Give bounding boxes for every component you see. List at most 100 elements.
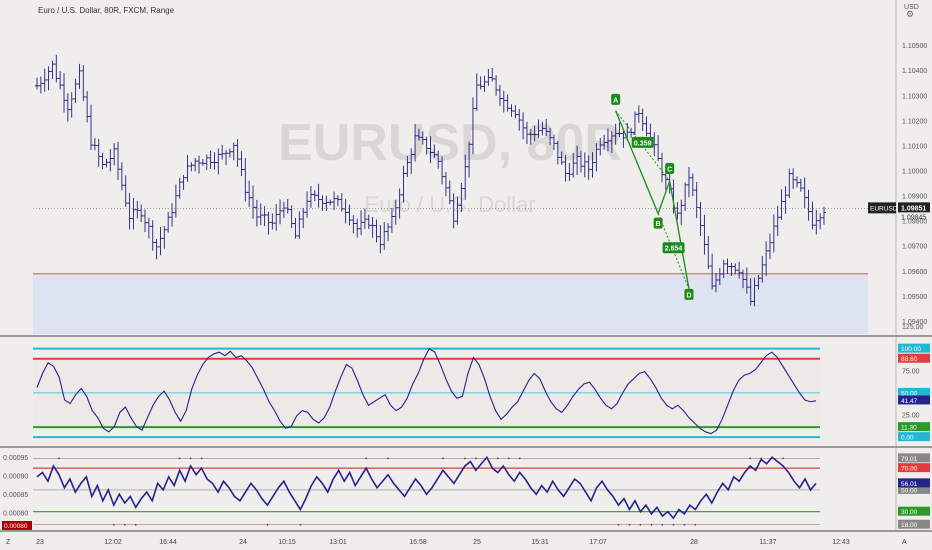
pattern-ratio-ac: 0.359	[631, 136, 654, 148]
ind2-dot-mark	[178, 457, 181, 460]
ohlc-bar	[289, 205, 294, 229]
price-tick-label: 1.09700	[902, 244, 927, 251]
pattern-ratio-ac-text: 0.359	[634, 140, 652, 147]
ohlc-bar	[791, 168, 796, 190]
ind2-dot-mark	[628, 523, 631, 526]
ohlc-bar	[640, 108, 645, 132]
ind2-dot-mark	[266, 523, 269, 526]
ind2-dot-mark	[650, 523, 653, 526]
osc-level-label: 11.30	[901, 425, 917, 432]
osc-tick-label: 125.00	[902, 324, 924, 331]
osc-last-label: 41.47	[901, 398, 918, 405]
ind2-dot-mark	[299, 523, 302, 526]
ohlc-bar	[339, 193, 344, 212]
ind2-red-label: 0.00080	[4, 523, 28, 530]
price-tick-label: 1.09600	[902, 269, 927, 276]
ind2-dot-mark	[639, 523, 642, 526]
ohlc-bar	[312, 190, 317, 202]
ohlc-bar	[100, 152, 105, 170]
time-tick-label: 11:37	[760, 539, 777, 546]
ohlc-bar	[92, 137, 97, 151]
ohlc-bar	[200, 158, 205, 166]
ohlc-bar	[775, 205, 780, 236]
pattern-label-c-text: C	[667, 167, 672, 174]
ohlc-bar	[698, 201, 703, 237]
time-tick-label: 17:07	[589, 539, 607, 546]
ohlc-bar	[227, 148, 232, 158]
pattern-leg-cd	[669, 180, 690, 289]
time-axis-left-button: Z	[6, 539, 11, 546]
ohlc-bar	[783, 186, 788, 214]
ohlc-bar	[170, 203, 175, 227]
ind2-series-line	[36, 455, 817, 520]
ohlc-bar	[806, 189, 811, 221]
ohlc-bar	[706, 236, 711, 270]
ohlc-bar	[656, 135, 661, 162]
ohlc-bar	[62, 73, 67, 113]
ohlc-bar	[258, 203, 263, 225]
pattern-label-a-text: A	[613, 97, 618, 104]
ohlc-bar	[494, 75, 499, 96]
time-tick-label: 10:15	[278, 539, 296, 546]
price-tick-label: 1.09900	[902, 194, 927, 201]
ind2-left-tick: 0.00080	[3, 511, 28, 518]
ind2-dot-mark	[200, 457, 203, 460]
ohlc-bar	[794, 176, 799, 188]
ohlc-bar	[490, 67, 495, 82]
ohlc-bar	[181, 174, 186, 190]
ohlc-bar	[478, 76, 483, 90]
ohlc-bar	[96, 138, 101, 167]
chart-canvas[interactable]: EURUSD, 80REuro / U.S. Dollar ABCD0.3592…	[0, 0, 932, 550]
ind2-dot-mark	[496, 457, 499, 460]
ohlc-bar	[474, 73, 479, 112]
ohlc-bar	[235, 139, 240, 167]
ohlc-bar	[166, 212, 171, 233]
ohlc-bar	[54, 54, 59, 83]
ohlc-bar	[208, 150, 213, 170]
ohlc-bar	[216, 148, 221, 175]
ohlc-bar	[301, 207, 306, 229]
ohlc-bar	[108, 149, 113, 172]
ohlc-bar	[767, 233, 772, 260]
ind2-dot-mark	[771, 457, 774, 460]
ind2-dot-mark	[112, 523, 115, 526]
ohlc-bar	[798, 178, 803, 192]
ohlc-bar	[73, 78, 78, 104]
ohlc-bar	[146, 217, 151, 239]
ohlc-bar	[351, 215, 356, 234]
pattern-label-a: A	[611, 93, 621, 105]
ind2-dot-mark	[442, 457, 444, 460]
time-tick-label: 25	[473, 539, 481, 546]
ohlc-bar	[482, 75, 487, 92]
chart-app: Euro / U.S. Dollar, 80R, FXCM, Range USD…	[0, 0, 932, 550]
ohlc-bar	[197, 155, 202, 174]
osc-tick-label: 75.00	[902, 368, 920, 375]
ohlc-bar	[359, 210, 364, 236]
ohlc-bar	[347, 204, 352, 226]
ohlc-bar	[254, 199, 259, 227]
ohlc-bar	[686, 167, 691, 198]
ohlc-bar	[69, 92, 74, 118]
ohlc-bar	[644, 116, 649, 137]
ohlc-bar	[116, 141, 121, 181]
ohlc-bar	[38, 76, 43, 94]
ohlc-bar	[343, 199, 348, 224]
ohlc-bar	[77, 63, 82, 89]
ohlc-bar	[185, 155, 190, 182]
ohlc-bar	[177, 177, 182, 199]
ind2-dot-mark	[760, 457, 763, 460]
ind2-dot-mark	[683, 523, 686, 526]
ohlc-bar	[802, 177, 807, 209]
price-tick-label: 1.10200	[902, 118, 927, 125]
price-tick-label: 1.10000	[902, 169, 927, 176]
ohlc-bar	[683, 182, 688, 211]
ohlc-bar	[694, 182, 699, 219]
ohlc-bar	[679, 199, 684, 225]
ohlc-bar	[316, 183, 321, 208]
ohlc-bar	[328, 199, 333, 206]
ohlc-bar	[173, 184, 178, 218]
ohlc-bar	[212, 152, 217, 170]
time-tick-label: 13:01	[329, 539, 347, 546]
last-price-label: 1.09851	[901, 205, 926, 212]
ohlc-bar	[297, 211, 302, 239]
